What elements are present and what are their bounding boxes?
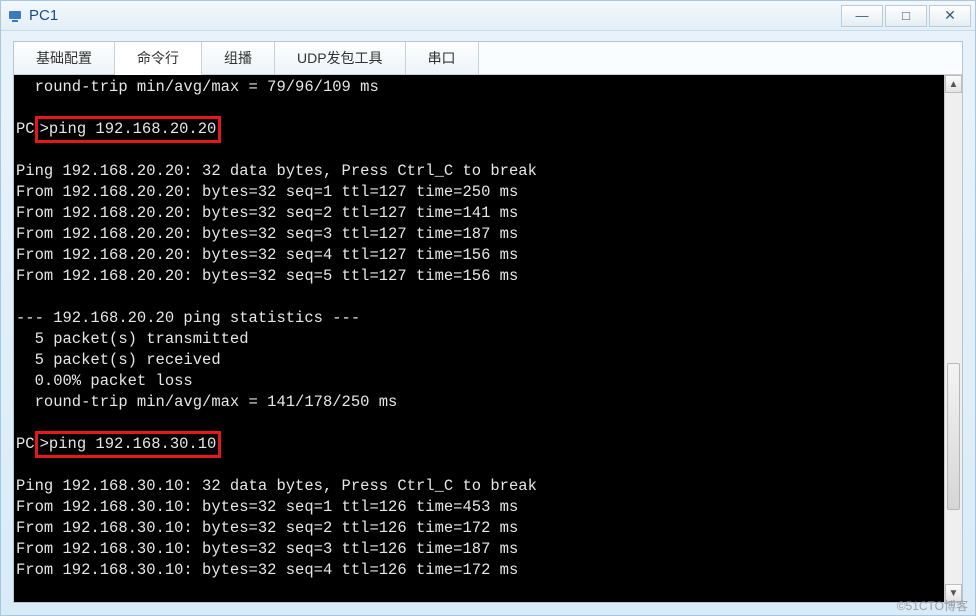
terminal-line <box>16 287 936 308</box>
terminal-line: Ping 192.168.20.20: 32 data bytes, Press… <box>16 161 936 182</box>
tab-basic-config[interactable]: 基础配置 <box>14 42 115 74</box>
terminal-line <box>16 455 936 476</box>
tabs-bar: 基础配置 命令行 组播 UDP发包工具 串口 <box>14 42 962 75</box>
terminal-line: From 192.168.30.10: bytes=32 seq=1 ttl=1… <box>16 497 936 518</box>
tab-multicast[interactable]: 组播 <box>202 42 275 74</box>
minimize-button[interactable]: — <box>841 5 883 27</box>
highlight-box: >ping 192.168.20.20 <box>35 116 222 143</box>
window-title: PC1 <box>29 7 839 24</box>
scroll-thumb[interactable] <box>947 363 960 510</box>
terminal-line: From 192.168.30.10: bytes=32 seq=4 ttl=1… <box>16 560 936 581</box>
terminal-wrap: round-trip min/avg/max = 79/96/109 ms PC… <box>14 75 962 602</box>
scroll-up-button[interactable]: ▲ <box>945 75 962 93</box>
watermark: ©51CTO博客 <box>897 597 968 614</box>
inner-panel: 基础配置 命令行 组播 UDP发包工具 串口 round-trip min/av… <box>13 41 963 603</box>
terminal-line: From 192.168.30.10: bytes=32 seq=2 ttl=1… <box>16 518 936 539</box>
terminal-output[interactable]: round-trip min/avg/max = 79/96/109 ms PC… <box>14 75 944 602</box>
terminal-line: PC>ping 192.168.30.10 <box>16 434 936 455</box>
terminal-line: Ping 192.168.30.10: 32 data bytes, Press… <box>16 476 936 497</box>
vertical-scrollbar[interactable]: ▲ ▼ <box>944 75 962 602</box>
app-icon <box>7 8 23 24</box>
terminal-line: round-trip min/avg/max = 141/178/250 ms <box>16 392 936 413</box>
titlebar[interactable]: PC1 — □ ✕ <box>1 1 975 31</box>
maximize-button[interactable]: □ <box>885 5 927 27</box>
app-window: PC1 — □ ✕ 基础配置 命令行 组播 UDP发包工具 串口 round-t… <box>0 0 976 616</box>
terminal-line: --- 192.168.20.20 ping statistics --- <box>16 308 936 329</box>
terminal-line: From 192.168.20.20: bytes=32 seq=1 ttl=1… <box>16 182 936 203</box>
terminal-line: round-trip min/avg/max = 79/96/109 ms <box>16 77 936 98</box>
tab-udp-tool[interactable]: UDP发包工具 <box>275 42 406 74</box>
terminal-line: From 192.168.30.10: bytes=32 seq=3 ttl=1… <box>16 539 936 560</box>
terminal-line: 0.00% packet loss <box>16 371 936 392</box>
tab-command-line[interactable]: 命令行 <box>115 42 202 75</box>
close-button[interactable]: ✕ <box>929 5 971 27</box>
terminal-line: 5 packet(s) transmitted <box>16 329 936 350</box>
tab-serial[interactable]: 串口 <box>406 42 479 74</box>
terminal-line: PC>ping 192.168.20.20 <box>16 119 936 140</box>
scroll-track[interactable] <box>945 93 962 584</box>
terminal-line: From 192.168.20.20: bytes=32 seq=4 ttl=1… <box>16 245 936 266</box>
terminal-line: From 192.168.20.20: bytes=32 seq=3 ttl=1… <box>16 224 936 245</box>
terminal-line: From 192.168.20.20: bytes=32 seq=2 ttl=1… <box>16 203 936 224</box>
highlight-box: >ping 192.168.30.10 <box>35 431 222 458</box>
terminal-line: From 192.168.20.20: bytes=32 seq=5 ttl=1… <box>16 266 936 287</box>
client-area: 基础配置 命令行 组播 UDP发包工具 串口 round-trip min/av… <box>1 31 975 615</box>
terminal-line <box>16 140 936 161</box>
terminal-line: 5 packet(s) received <box>16 350 936 371</box>
window-controls: — □ ✕ <box>839 5 971 27</box>
